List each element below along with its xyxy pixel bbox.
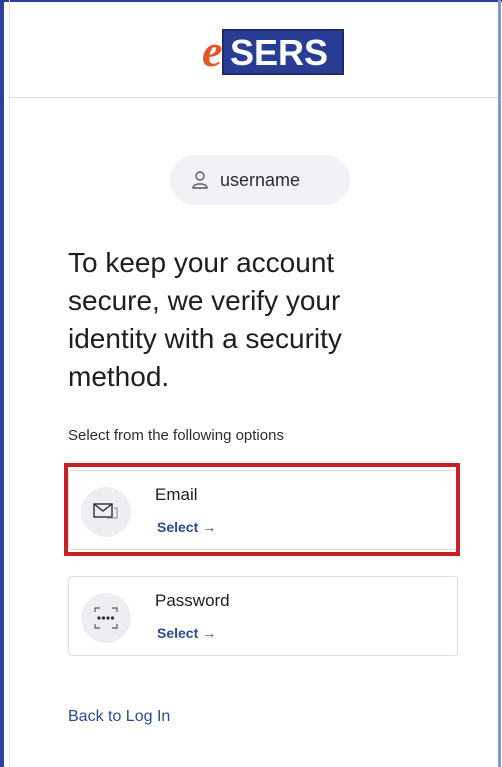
logo-box: SERS <box>222 29 344 75</box>
back-to-login-link[interactable]: Back to Log In <box>68 707 170 727</box>
password-select-link[interactable]: Select → <box>157 625 216 641</box>
logo-letter: e <box>202 25 223 76</box>
username-text: username <box>220 170 301 190</box>
password-option[interactable]: Password Select → <box>68 576 458 656</box>
page-title: To keep your account secure, we verify y… <box>68 247 342 392</box>
esers-logo: SERS e <box>202 25 346 77</box>
options-instruction: Select from the following options <box>68 427 284 444</box>
password-option-title: Password <box>155 591 230 610</box>
page-header: SERS e <box>10 2 498 98</box>
password-select-label: Select <box>157 625 199 641</box>
username-badge: username <box>170 155 350 205</box>
frame-border-right <box>498 0 501 767</box>
app-window: SERS e username To keep your account sec… <box>0 0 502 767</box>
logo-text: SERS <box>230 32 329 73</box>
frame-border-left <box>0 0 4 767</box>
person-icon <box>192 171 208 189</box>
password-dots-icon <box>94 607 118 629</box>
arrow-right-icon: → <box>202 625 217 641</box>
content-left-rule <box>9 0 10 767</box>
email-option-highlight <box>64 463 460 556</box>
password-icon-circle <box>81 593 131 643</box>
